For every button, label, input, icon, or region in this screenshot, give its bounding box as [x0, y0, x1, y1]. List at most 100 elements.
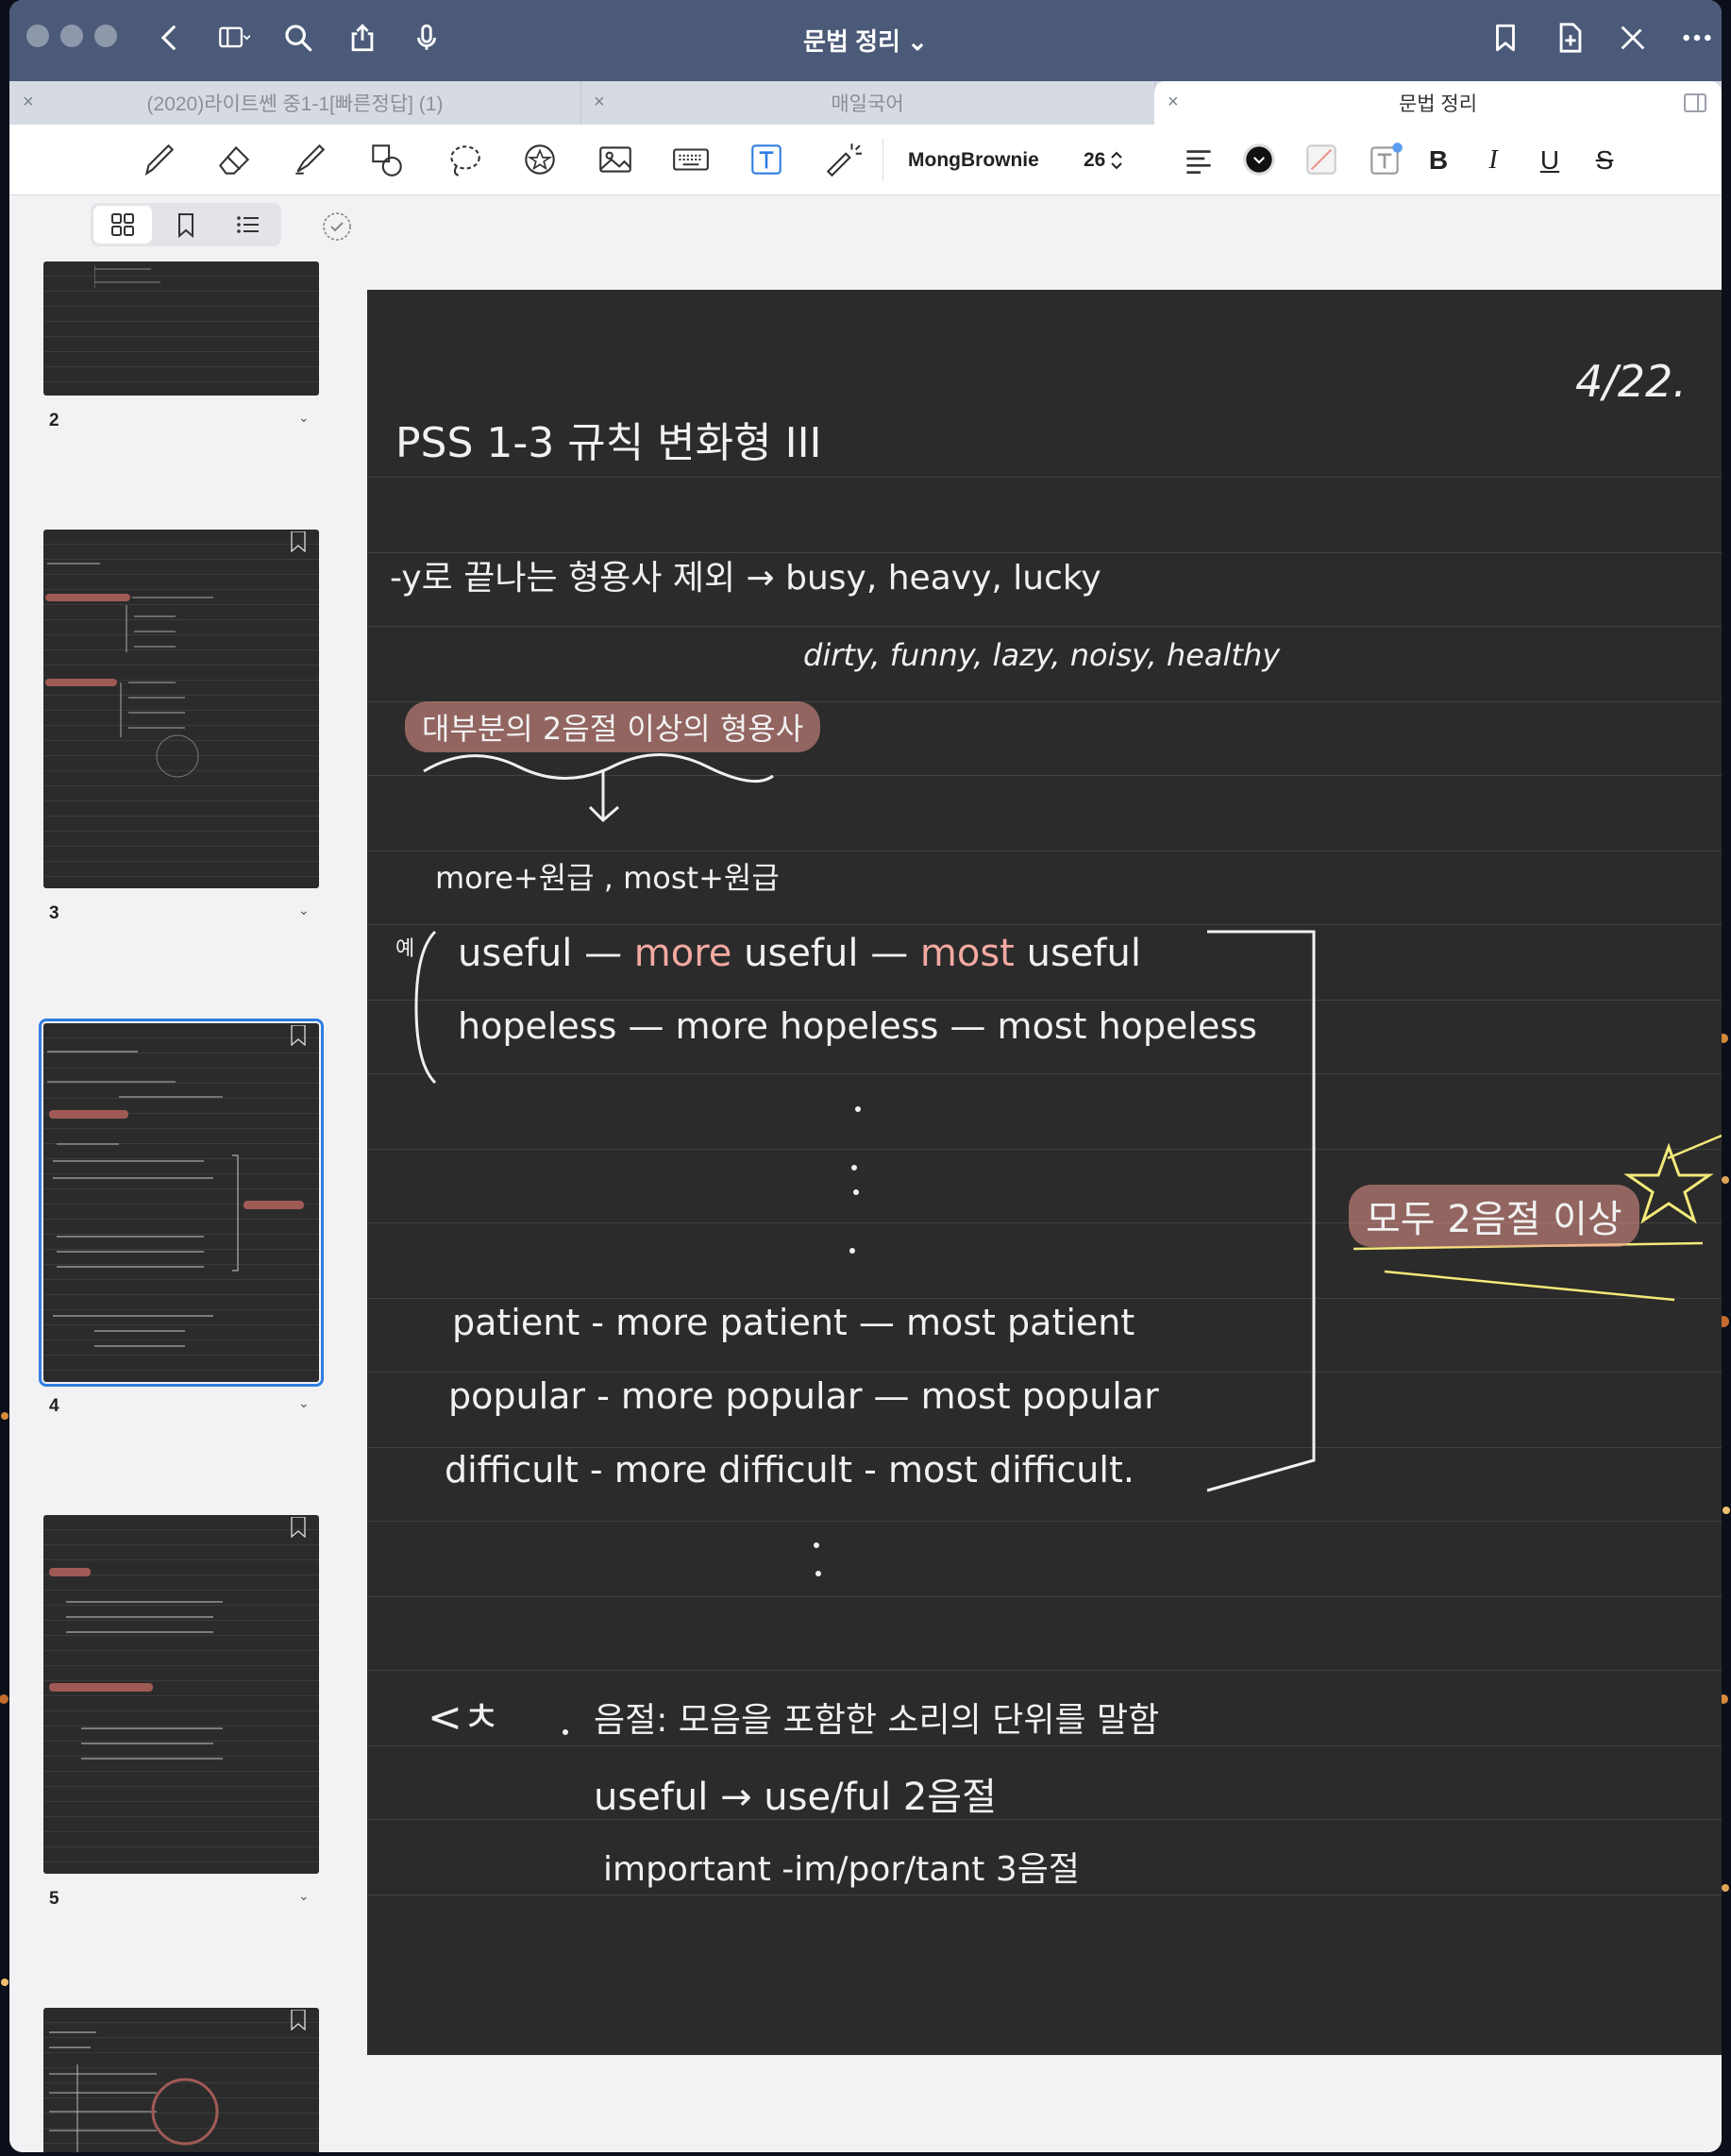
bookmark-icon [178, 213, 193, 239]
example-label: 예 [395, 937, 415, 961]
lasso-tool[interactable] [442, 137, 487, 182]
highlighter-icon [295, 143, 326, 175]
sidebar-view-switcher [91, 203, 281, 246]
chevron-down-icon[interactable]: ⌄ [298, 1889, 310, 1904]
pen-tool[interactable] [136, 137, 181, 182]
note-canvas[interactable]: 4/22. PSS 1-3 규칙 변화형 III -y로 끝나는 형용사 제외 … [357, 195, 1722, 2152]
reference-line: useful → use/ful 2음절 [594, 1776, 997, 1819]
add-page-icon [1559, 23, 1582, 53]
close-tab-icon[interactable]: × [1168, 92, 1179, 113]
page-thumbnail[interactable] [43, 261, 319, 396]
example-hopeless: hopeless — more hopeless — most hopeless [458, 1005, 1257, 1047]
toolbar-divider [882, 138, 883, 181]
page-number: 5 [49, 1889, 59, 1909]
example-patient: patient - more patient — most patient [452, 1302, 1135, 1343]
tab-daily-korean[interactable]: × 매일국어 [580, 81, 1155, 125]
close-tab-icon[interactable]: × [594, 92, 605, 113]
outline-view-button[interactable] [219, 206, 277, 244]
text-tool[interactable] [744, 137, 789, 182]
split-view-icon[interactable] [1684, 93, 1708, 113]
shapes-icon [372, 144, 402, 177]
date-label: 4/22. [1575, 356, 1687, 407]
note-line: -y로 끝나는 형용사 제외 → busy, heavy, lucky [390, 559, 1101, 598]
thumbnails-view-button[interactable] [93, 206, 152, 244]
laser-pointer-icon [826, 143, 862, 177]
tab-label: (2020)라이트쎈 중1-1[빠른정답] (1) [146, 93, 444, 115]
tab-lightssen[interactable]: × (2020)라이트쎈 중1-1[빠른정답] (1) [9, 81, 581, 125]
background-color-button[interactable] [1299, 137, 1344, 182]
bold-button[interactable]: B [1421, 143, 1455, 177]
highlighter-tool[interactable] [287, 137, 332, 182]
shape-tool[interactable] [364, 137, 410, 182]
title-bar: 문법 정리 ⌄ [9, 0, 1722, 81]
note-line: dirty, funny, lazy, noisy, healthy [803, 637, 1281, 673]
text-style-icon [1370, 143, 1403, 175]
keyboard-icon [673, 148, 709, 171]
page-thumbnail[interactable] [43, 1515, 319, 1874]
note-page[interactable]: 4/22. PSS 1-3 규칙 변화형 III -y로 끝나는 형용사 제외 … [367, 290, 1722, 2055]
tab-bar: × (2020)라이트쎈 중1-1[빠른정답] (1) × 매일국어 × 문법 … [9, 81, 1722, 125]
font-selector[interactable]: MongBrownie [897, 143, 1050, 177]
chevron-down-icon[interactable]: ⌄ [298, 1396, 310, 1411]
pen-icon [144, 143, 175, 177]
app-window: 문법 정리 ⌄ × (2020)라이트쎈 중1-1[빠른정답] (1) × 매일… [9, 0, 1722, 2152]
drawing-toolbar: MongBrownie 26 B I U S [9, 125, 1722, 195]
page-number: 4 [49, 1396, 59, 1416]
select-pages-icon[interactable] [321, 211, 353, 243]
no-fill-icon [1306, 144, 1336, 175]
pen-slash-icon [1621, 25, 1645, 50]
close-tab-icon[interactable]: × [23, 92, 34, 113]
chevron-down-icon[interactable]: ⌄ [298, 903, 310, 918]
document-title[interactable]: 문법 정리 ⌄ [9, 23, 1722, 58]
image-tool[interactable] [593, 137, 638, 182]
note-heading: PSS 1-3 규칙 변화형 III [395, 419, 822, 467]
side-note: 모두 2음절 이상 [1349, 1185, 1639, 1247]
formula-line: more+원급 , most+원급 [435, 860, 780, 896]
color-swatch-icon [1243, 143, 1275, 176]
text-align-button[interactable] [1176, 137, 1221, 182]
page-thumbnail[interactable] [43, 2008, 319, 2152]
eraser-icon [218, 145, 250, 175]
example-difficult: difficult - more difficult - most diffic… [445, 1449, 1134, 1491]
font-size-value: 26 [1084, 149, 1106, 171]
eraser-tool[interactable] [211, 137, 257, 182]
lasso-icon [450, 145, 480, 177]
highlighted-rule: 대부분의 2음절 이상의 형용사 [405, 701, 821, 752]
text-style-button[interactable] [1363, 137, 1408, 182]
text-box-icon [751, 144, 781, 175]
reference-line: important -im/por/tant 3음절 [603, 1850, 1080, 1889]
ellipsis-icon [1683, 34, 1711, 42]
bookmark-button[interactable] [1487, 19, 1524, 57]
image-icon [599, 146, 631, 173]
tab-label: 문법 정리 [1398, 93, 1478, 115]
star-sticker-icon [525, 144, 555, 175]
stepper-chevrons-icon [1111, 151, 1123, 170]
page-sidebar: 2 ⌄ 3 ⌄ 4 ⌄ 5 ⌄ [9, 195, 358, 2152]
reference-line: 음절: 모음을 포함한 소리의 단위를 말함 [594, 1701, 1160, 1740]
add-page-button[interactable] [1552, 19, 1589, 57]
tab-label: 매일국어 [831, 93, 904, 115]
example-useful: useful — more useful — most useful [458, 932, 1141, 975]
bookmarks-view-button[interactable] [157, 206, 215, 244]
page-number: 2 [49, 411, 59, 430]
laser-pointer-tool[interactable] [819, 137, 865, 182]
pen-off-button[interactable] [1614, 19, 1652, 57]
chevron-down-icon[interactable]: ⌄ [298, 411, 310, 426]
grid-icon [111, 213, 134, 236]
underline-button[interactable]: U [1533, 143, 1567, 177]
list-icon [237, 216, 259, 233]
reference-label: <ㅊ [428, 1693, 501, 1742]
more-options-button[interactable] [1678, 19, 1716, 57]
sticker-tool[interactable] [517, 137, 563, 182]
strikethrough-button[interactable]: S [1588, 143, 1622, 177]
bookmark-icon [1496, 24, 1515, 52]
font-size-stepper[interactable]: 26 [1084, 143, 1124, 177]
text-color-button[interactable] [1236, 137, 1282, 182]
page-thumbnail-selected[interactable] [39, 1019, 324, 1387]
italic-button[interactable]: I [1476, 143, 1510, 177]
keyboard-tool[interactable] [668, 137, 714, 182]
align-left-icon [1186, 150, 1211, 174]
example-popular: popular - more popular — most popular [448, 1375, 1159, 1417]
tab-grammar-notes[interactable]: × 문법 정리 [1154, 81, 1722, 125]
page-thumbnail[interactable] [43, 530, 319, 888]
